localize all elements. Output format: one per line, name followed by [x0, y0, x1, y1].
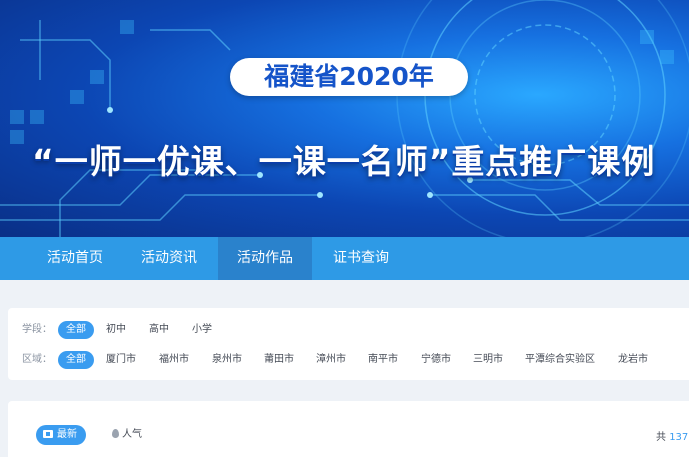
results-panel: 最新 人气 共 137: [8, 401, 689, 457]
stage-option-senior[interactable]: 高中: [149, 321, 169, 339]
banner-subtitle-pill: 福建省2020年: [230, 58, 468, 96]
main-navigation: 活动首页 活动资讯 活动作品 证书查询: [0, 237, 689, 280]
total-prefix: 共: [656, 432, 666, 443]
total-count: 137: [669, 432, 689, 443]
region-option-sanming[interactable]: 三明市: [473, 351, 503, 369]
nav-certificate[interactable]: 证书查询: [316, 237, 406, 280]
region-filter-row: 区域： 全部 厦门市 福州市 泉州市 莆田市 漳州市 南平市 宁德市 三明市 平…: [8, 349, 689, 371]
region-option-pingtan[interactable]: 平潭综合实验区: [525, 351, 595, 369]
filter-panel: 学段： 全部 初中 高中 小学 区域： 全部 厦门市 福州市 泉州市 莆田市 漳…: [8, 308, 689, 380]
region-option-ningde[interactable]: 宁德市: [421, 351, 451, 369]
circuit-decoration: [0, 0, 689, 237]
region-option-longyan[interactable]: 龙岩市: [618, 351, 648, 369]
region-option-putian[interactable]: 莆田市: [264, 351, 294, 369]
flame-icon: [112, 429, 119, 438]
nav-home[interactable]: 活动首页: [30, 237, 120, 280]
stage-filter-row: 学段： 全部 初中 高中 小学: [8, 319, 689, 341]
region-option-xiamen[interactable]: 厦门市: [106, 351, 136, 369]
sort-popular-button[interactable]: 人气: [112, 425, 142, 445]
banner-main-title: “一师一优课、一课一名师”重点推广课例: [32, 142, 656, 181]
sort-newest-button[interactable]: 最新: [36, 425, 86, 445]
region-option-all[interactable]: 全部: [58, 351, 94, 369]
header-banner: 福建省2020年 “一师一优课、一课一名师”重点推广课例: [0, 0, 689, 237]
stage-option-junior[interactable]: 初中: [106, 321, 126, 339]
region-option-quanzhou[interactable]: 泉州市: [212, 351, 242, 369]
nav-works[interactable]: 活动作品: [218, 237, 312, 280]
sort-newest-label: 最新: [57, 429, 77, 440]
stage-option-primary[interactable]: 小学: [192, 321, 212, 339]
region-filter-label: 区域：: [22, 354, 52, 365]
results-total: 共 137: [656, 428, 688, 443]
region-option-nanping[interactable]: 南平市: [368, 351, 398, 369]
stage-filter-label: 学段：: [22, 324, 52, 335]
region-option-fuzhou[interactable]: 福州市: [159, 351, 189, 369]
new-badge-icon: [43, 430, 53, 438]
nav-news[interactable]: 活动资讯: [124, 237, 214, 280]
stage-option-all[interactable]: 全部: [58, 321, 94, 339]
region-option-zhangzhou[interactable]: 漳州市: [316, 351, 346, 369]
sort-popular-label: 人气: [122, 429, 142, 440]
